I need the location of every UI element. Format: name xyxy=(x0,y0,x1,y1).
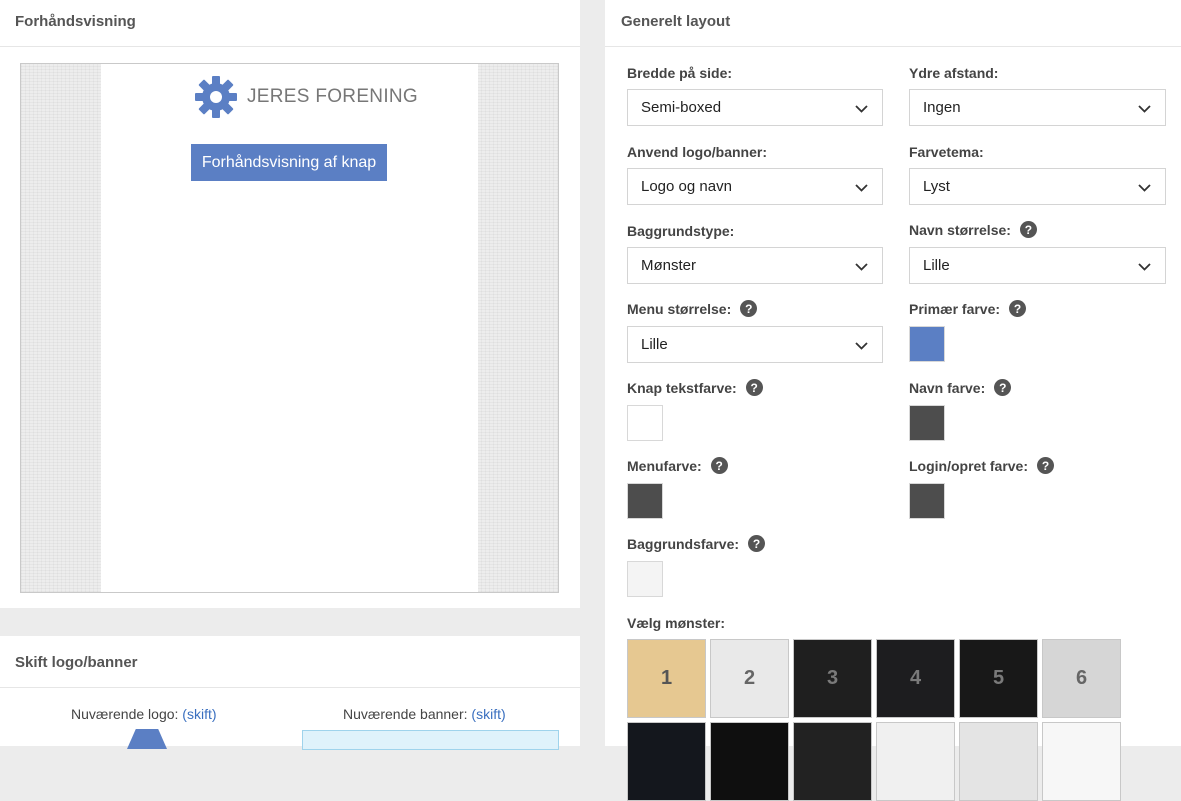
org-name: JERES FORENING xyxy=(247,86,418,107)
gear-icon xyxy=(195,76,237,118)
current-logo-label: Nuværende logo: xyxy=(71,706,179,722)
pattern-option[interactable] xyxy=(959,722,1038,801)
background-type-label: Baggrundstype: xyxy=(627,223,735,239)
help-icon[interactable]: ? xyxy=(1009,300,1027,317)
pattern-option[interactable] xyxy=(1042,722,1121,801)
change-banner-link[interactable]: (skift) xyxy=(471,706,505,722)
pattern-option[interactable]: 3 xyxy=(793,639,872,718)
chevron-down-icon xyxy=(855,105,868,113)
help-icon[interactable]: ? xyxy=(994,379,1012,396)
page-width-select[interactable]: Semi-boxed xyxy=(627,89,883,126)
pattern-label: Vælg mønster: xyxy=(627,615,726,631)
preview-title: Forhåndsvisning xyxy=(15,13,136,30)
help-icon[interactable]: ? xyxy=(710,457,728,474)
page-width-label: Bredde på side: xyxy=(627,65,733,81)
help-icon[interactable]: ? xyxy=(748,535,766,552)
general-layout-panel: Generelt layout Bredde på side: Semi-box… xyxy=(605,0,1181,801)
divider xyxy=(0,687,580,688)
outer-spacing-label: Ydre afstand: xyxy=(909,65,999,81)
pattern-option[interactable]: 4 xyxy=(876,639,955,718)
chevron-down-icon xyxy=(1138,263,1151,271)
button-text-color-label: Knap tekstfarve: ? xyxy=(627,379,763,396)
login-color-label: Login/opret farve: ? xyxy=(909,457,1055,474)
name-color-swatch[interactable] xyxy=(909,405,945,441)
chevron-down-icon xyxy=(1138,184,1151,192)
primary-color-swatch[interactable] xyxy=(909,326,945,362)
primary-color-label: Primær farve: ? xyxy=(909,300,1027,317)
menu-size-select[interactable]: Lille xyxy=(627,326,883,363)
change-logo-link[interactable]: (skift) xyxy=(182,706,216,722)
help-icon[interactable]: ? xyxy=(740,300,758,317)
name-size-select[interactable]: Lille xyxy=(909,247,1166,284)
logo-panel-title: Skift logo/banner xyxy=(15,654,138,671)
pattern-option[interactable] xyxy=(710,722,789,801)
help-icon[interactable]: ? xyxy=(1037,457,1055,474)
layout-title: Generelt layout xyxy=(621,13,731,30)
pattern-option[interactable] xyxy=(793,722,872,801)
login-color-swatch[interactable] xyxy=(909,483,945,519)
menu-color-label: Menufarve: ? xyxy=(627,457,728,474)
preview-frame: JERES FORENING Forhåndsvisning af knap xyxy=(20,63,559,593)
current-logo-caption: Nuværende logo: (skift) xyxy=(71,706,217,722)
current-banner-label: Nuværende banner: xyxy=(343,706,468,722)
color-theme-label: Farvetema: xyxy=(909,144,984,160)
pattern-option[interactable]: 2 xyxy=(710,639,789,718)
preview-page: JERES FORENING Forhåndsvisning af knap xyxy=(101,64,478,592)
background-color-swatch[interactable] xyxy=(627,561,663,597)
chevron-down-icon xyxy=(855,184,868,192)
outer-spacing-select[interactable]: Ingen xyxy=(909,89,1166,126)
pattern-option[interactable]: 1 xyxy=(627,639,706,718)
chevron-down-icon xyxy=(1138,105,1151,113)
button-text-color-swatch[interactable] xyxy=(627,405,663,441)
menu-size-label: Menu størrelse: ? xyxy=(627,300,758,317)
logo-banner-panel: Skift logo/banner Nuværende logo: (skift… xyxy=(0,636,580,750)
help-icon[interactable]: ? xyxy=(1019,221,1037,238)
use-logo-label: Anvend logo/banner: xyxy=(627,144,767,160)
preview-logo: JERES FORENING xyxy=(194,75,418,119)
chevron-down-icon xyxy=(855,263,868,271)
name-size-label: Navn størrelse: ? xyxy=(909,221,1037,238)
pattern-option[interactable] xyxy=(876,722,955,801)
current-banner-caption: Nuværende banner: (skift) xyxy=(343,706,506,722)
menu-color-swatch[interactable] xyxy=(627,483,663,519)
color-theme-select[interactable]: Lyst xyxy=(909,168,1166,205)
divider xyxy=(0,46,580,47)
divider xyxy=(605,46,1181,47)
background-color-label: Baggrundsfarve: ? xyxy=(627,535,766,552)
pattern-option[interactable]: 5 xyxy=(959,639,1038,718)
help-icon[interactable]: ? xyxy=(745,379,763,396)
chevron-down-icon xyxy=(855,342,868,350)
name-color-label: Navn farve: ? xyxy=(909,379,1012,396)
current-banner-image xyxy=(302,730,559,750)
background-type-select[interactable]: Mønster xyxy=(627,247,883,284)
pattern-option[interactable]: 6 xyxy=(1042,639,1121,718)
preview-panel: Forhåndsvisning JERES FORENING Forhåndsv… xyxy=(0,0,580,608)
use-logo-select[interactable]: Logo og navn xyxy=(627,168,883,205)
preview-button[interactable]: Forhåndsvisning af knap xyxy=(191,144,387,181)
current-logo-image xyxy=(127,729,167,749)
pattern-option[interactable] xyxy=(627,722,706,801)
